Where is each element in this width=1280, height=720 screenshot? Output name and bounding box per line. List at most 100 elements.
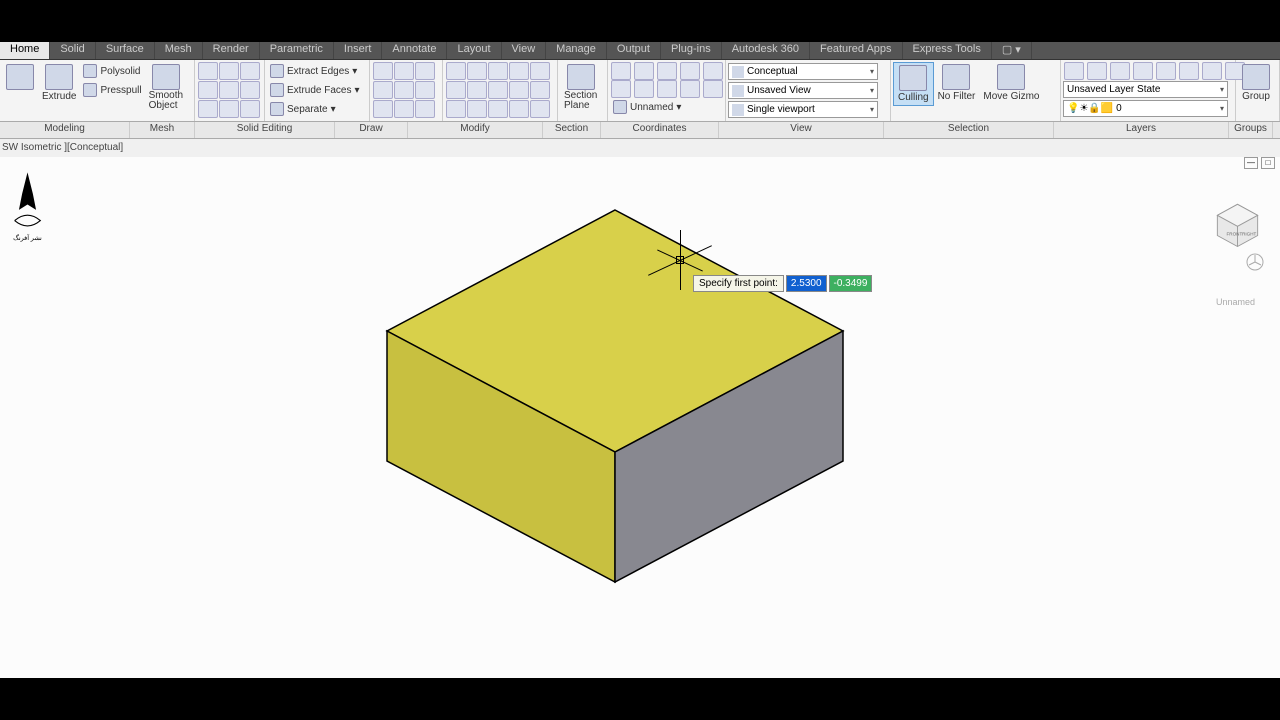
offset-button[interactable]	[467, 100, 487, 118]
panel-title-mesh[interactable]: Mesh	[130, 122, 195, 138]
group-button[interactable]: Group	[1238, 62, 1274, 104]
tab-plugins[interactable]: Plug-ins	[661, 42, 722, 59]
layer-btn6[interactable]	[1179, 62, 1199, 80]
fillet-button[interactable]	[467, 81, 487, 99]
viewport-label[interactable]: SW Isometric ][Conceptual]	[2, 142, 123, 153]
ucs-btn4[interactable]	[680, 62, 700, 80]
layer-dropdown[interactable]: 💡☀🔒🟨 0	[1063, 100, 1228, 117]
mesh-btn8[interactable]	[219, 100, 239, 118]
copy-button[interactable]	[530, 62, 550, 80]
layer-state-dropdown[interactable]: Unsaved Layer State	[1063, 81, 1228, 98]
tab-solid[interactable]: Solid	[50, 42, 95, 59]
tab-parametric[interactable]: Parametric	[260, 42, 334, 59]
tab-insert[interactable]: Insert	[334, 42, 383, 59]
polyline-button[interactable]	[394, 62, 414, 80]
layer-btn3[interactable]	[1110, 62, 1130, 80]
ucs-named-dropdown[interactable]: Unnamed ▾	[610, 98, 684, 116]
panel-title-draw[interactable]: Draw	[335, 122, 408, 138]
mirror-button[interactable]	[446, 81, 466, 99]
mesh-btn2[interactable]	[219, 62, 239, 80]
separate-button[interactable]: Separate ▾	[267, 100, 363, 118]
mesh-btn3[interactable]	[240, 62, 260, 80]
trim-button[interactable]	[488, 62, 508, 80]
mesh-btn7[interactable]	[198, 100, 218, 118]
tab-express[interactable]: Express Tools	[903, 42, 992, 59]
rect-button[interactable]	[394, 81, 414, 99]
tab-surface[interactable]: Surface	[96, 42, 155, 59]
explode-button[interactable]	[488, 81, 508, 99]
point-button[interactable]	[415, 100, 435, 118]
ucs-btn5[interactable]	[703, 62, 723, 80]
panel-title-modeling[interactable]: Modeling	[0, 122, 130, 138]
panel-title-groups[interactable]: Groups	[1229, 122, 1273, 138]
visual-style-dropdown[interactable]: Conceptual	[728, 63, 878, 80]
tab-manage[interactable]: Manage	[546, 42, 607, 59]
ellipse-button[interactable]	[415, 81, 435, 99]
layer-btn1[interactable]	[1064, 62, 1084, 80]
panel-title-section[interactable]: Section	[543, 122, 601, 138]
wcs-icon[interactable]	[1245, 252, 1265, 272]
arc-button[interactable]	[415, 62, 435, 80]
layer-btn4[interactable]	[1133, 62, 1153, 80]
tab-output[interactable]: Output	[607, 42, 661, 59]
ucs-btn9[interactable]	[680, 80, 700, 98]
mesh-btn9[interactable]	[240, 100, 260, 118]
tab-mesh[interactable]: Mesh	[155, 42, 203, 59]
extrude-faces-button[interactable]: Extrude Faces ▾	[267, 81, 363, 99]
ucs-btn7[interactable]	[634, 80, 654, 98]
ucs-btn10[interactable]	[703, 80, 723, 98]
box-button[interactable]	[2, 62, 38, 104]
view-cube[interactable]: FRONTRIGHT	[1210, 197, 1265, 252]
mesh-btn6[interactable]	[240, 81, 260, 99]
move-gizmo-button[interactable]: Move Gizmo	[979, 62, 1043, 104]
align-button[interactable]	[488, 100, 508, 118]
tab-annotate[interactable]: Annotate	[382, 42, 447, 59]
layer-btn5[interactable]	[1156, 62, 1176, 80]
layer-btn7[interactable]	[1202, 62, 1222, 80]
polysolid-button[interactable]: Polysolid	[80, 62, 144, 80]
presspull-button[interactable]: Presspull	[80, 81, 144, 99]
scale-button[interactable]	[530, 81, 550, 99]
tab-layout[interactable]: Layout	[447, 42, 501, 59]
viewport-dropdown[interactable]: Single viewport	[728, 101, 878, 118]
hatch-button[interactable]	[394, 100, 414, 118]
layer-btn2[interactable]	[1087, 62, 1107, 80]
mesh-btn5[interactable]	[219, 81, 239, 99]
ucs-btn2[interactable]	[634, 62, 654, 80]
stretch-button[interactable]	[509, 81, 529, 99]
tab-toggle[interactable]: ▢ ▾	[992, 42, 1032, 59]
mesh-btn1[interactable]	[198, 62, 218, 80]
panel-title-selection[interactable]: Selection	[884, 122, 1054, 138]
panel-title-layers[interactable]: Layers	[1054, 122, 1229, 138]
tab-home[interactable]: Home	[0, 42, 50, 59]
extract-edges-button[interactable]: Extract Edges ▾	[267, 62, 363, 80]
maximize-viewport[interactable]: □	[1261, 157, 1275, 169]
view-dropdown[interactable]: Unsaved View	[728, 82, 878, 99]
ucs-btn1[interactable]	[611, 62, 631, 80]
viewport[interactable]: — □ نشر آفرنگ Specify first point: 2.530…	[0, 157, 1280, 678]
no-filter-button[interactable]: No Filter	[934, 62, 980, 104]
spline-button[interactable]	[373, 100, 393, 118]
ucs-btn6[interactable]	[611, 80, 631, 98]
tab-featured[interactable]: Featured Apps	[810, 42, 903, 59]
culling-button[interactable]: Culling	[893, 62, 934, 106]
minimize-viewport[interactable]: —	[1244, 157, 1258, 169]
join-button[interactable]	[530, 100, 550, 118]
line-button[interactable]	[373, 62, 393, 80]
array-button[interactable]	[446, 100, 466, 118]
viewcube-ucs-label[interactable]: Unnamed	[1216, 297, 1255, 307]
circle-button[interactable]	[373, 81, 393, 99]
ucs-btn8[interactable]	[657, 80, 677, 98]
panel-title-view[interactable]: View	[719, 122, 884, 138]
tab-render[interactable]: Render	[203, 42, 260, 59]
break-button[interactable]	[509, 100, 529, 118]
tab-a360[interactable]: Autodesk 360	[722, 42, 810, 59]
tab-view[interactable]: View	[502, 42, 547, 59]
panel-title-solid-editing[interactable]: Solid Editing	[195, 122, 335, 138]
dynamic-y-input[interactable]: -0.3499	[829, 275, 873, 292]
erase-button[interactable]	[509, 62, 529, 80]
mesh-btn4[interactable]	[198, 81, 218, 99]
rotate-button[interactable]	[467, 62, 487, 80]
panel-title-coordinates[interactable]: Coordinates	[601, 122, 719, 138]
section-plane-button[interactable]: Section Plane	[560, 62, 601, 113]
